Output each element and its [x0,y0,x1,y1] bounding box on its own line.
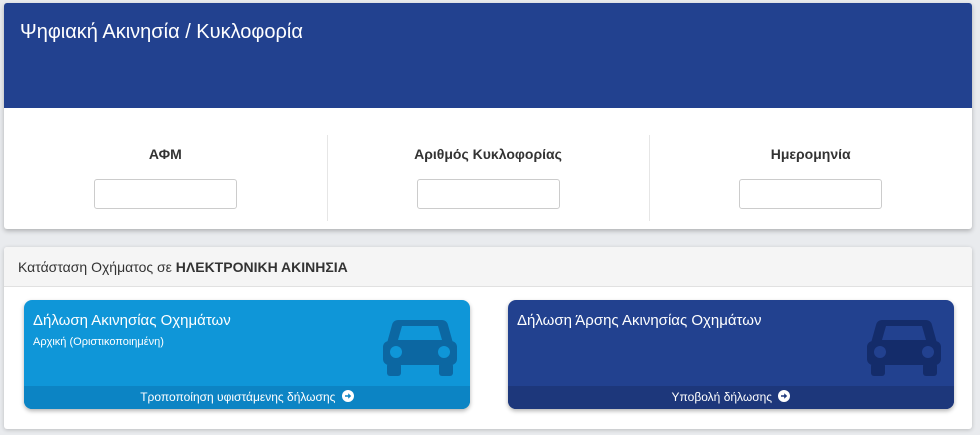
date-label: Ημερομηνία [770,146,851,162]
page-header: Ψηφιακή Ακινησία / Κυκλοφορία [4,3,972,108]
afm-label: ΑΦΜ [148,146,182,162]
immobilization-tile[interactable]: Δήλωση Ακινησίας Οχημάτων Αρχική (Οριστι… [24,300,470,409]
plate-input[interactable] [416,179,560,209]
tile-title: Δήλωση Ακινησίας Οχημάτων [33,312,231,329]
afm-field-group: ΑΦΜ [4,108,327,229]
page-title: Ψηφιακή Ακινησία / Κυκλοφορία [20,21,303,43]
submit-declaration-label: Υποβολή δήλωσης [671,390,773,404]
status-card: Κατάσταση Οχήματος σε ΗΛΕΚΤΡΟΝΙΚΗ ΑΚΙΝΗΣ… [4,247,972,429]
status-prefix: Κατάσταση Οχήματος σε [18,259,172,275]
status-value: ΗΛΕΚΤΡΟΝΙΚΗ ΑΚΙΝΗΣΙΑ [175,259,348,275]
car-icon [383,319,457,376]
tile-subtitle: Αρχική (Οριστικοποιημένη) [33,336,164,348]
plate-field-group: Αριθμός Κυκλοφορίας [326,108,650,229]
search-fields: ΑΦΜ Αριθμός Κυκλοφορίας Ημερομηνία [4,108,972,229]
submit-declaration-link[interactable]: Υποβολή δήλωσης [508,386,954,409]
date-field-group: Ημερομηνία [649,108,972,229]
plate-label: Αριθμός Κυκλοφορίας [414,146,562,162]
date-input[interactable] [739,179,883,209]
car-icon [867,319,941,376]
modify-declaration-link[interactable]: Τροποποίηση υφιστάμενης δήλωσης [24,386,470,409]
arrow-circle-right-icon [341,390,354,402]
search-card: Ψηφιακή Ακινησία / Κυκλοφορία ΑΦΜ Αριθμό… [4,3,972,229]
afm-input[interactable] [93,179,237,209]
modify-declaration-label: Τροποποίηση υφιστάμενης δήλωσης [140,390,336,404]
release-immobilization-tile[interactable]: Δήλωση Άρσης Ακινησίας Οχημάτων Υποβολή … [508,300,954,409]
tile-title: Δήλωση Άρσης Ακινησίας Οχημάτων [517,312,762,329]
arrow-circle-right-icon [778,390,791,402]
status-header: Κατάσταση Οχήματος σε ΗΛΕΚΤΡΟΝΙΚΗ ΑΚΙΝΗΣ… [4,247,972,287]
